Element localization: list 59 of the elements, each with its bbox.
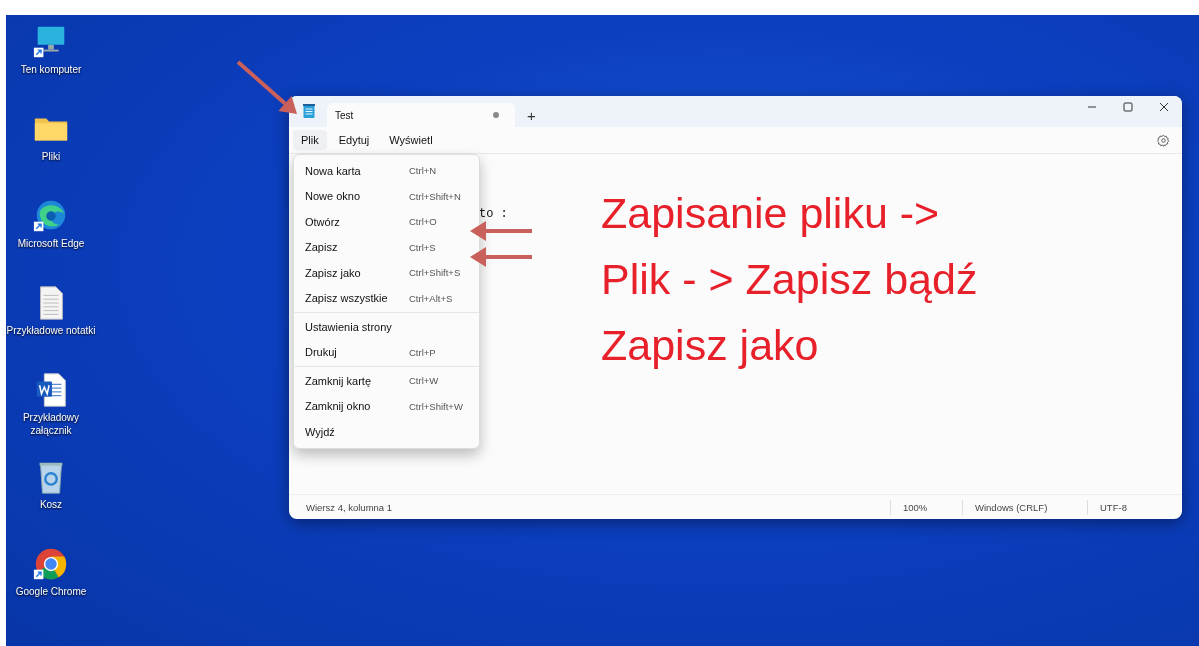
shortcut-text: Ctrl+W (409, 375, 440, 387)
menu-item-label: Ustawienia strony (305, 320, 393, 333)
shortcut-text: Ctrl+S (409, 241, 437, 253)
shortcut-text: Ctrl+N (409, 165, 438, 177)
desktop-icon-label[interactable]: Przykładowe notatki (6, 324, 96, 337)
tab[interactable]: Test (327, 103, 515, 127)
notepad-icon (303, 104, 315, 118)
annotation-arrow (236, 60, 297, 114)
shortcut-text: Ctrl+P (409, 346, 437, 358)
menu-item[interactable]: Ustawienia strony (294, 314, 479, 340)
menu-item-label: Zamknij kartę (305, 374, 373, 387)
shortcut-text: Ctrl+O (409, 216, 438, 228)
desktop-icon-label[interactable]: Przykładowy załącznik (6, 411, 96, 437)
desktop-icon-label[interactable]: Kosz (39, 498, 63, 511)
menu-item-label: Otwórz (305, 215, 341, 228)
menu-item[interactable]: Otwórz Ctrl+O (294, 209, 479, 235)
menu-item[interactable]: Nowe okno Ctrl+Shift+N (294, 183, 479, 209)
desktop-icon-label[interactable]: Microsoft Edge (17, 237, 85, 250)
line-ending: Windows (CRLF) (962, 499, 1087, 515)
menu-item[interactable]: Wyświetl (381, 130, 441, 150)
encoding: UTF-8 (1087, 499, 1182, 515)
menu-item-label: Zapisz wszystkie (305, 292, 389, 305)
tab-title: Test (335, 109, 355, 121)
zoom-level: 100% (890, 499, 962, 515)
menu-item-label: Nowa karta (305, 164, 362, 177)
desktop-icon-label[interactable]: Google Chrome (15, 585, 87, 598)
shortcut-text: Ctrl+Shift+W (409, 400, 464, 412)
menu-item[interactable]: Nowa karta Ctrl+N (294, 158, 479, 184)
shortcut-text: Ctrl+Alt+S (409, 292, 454, 304)
close-icon[interactable] (1159, 102, 1169, 112)
annotation-text: Zapisz jako (601, 320, 820, 371)
menu-item-label: Nowe okno (305, 190, 362, 203)
menu-item-label: Wyjdź (305, 425, 336, 438)
settings-icon[interactable] (1157, 133, 1170, 147)
cursor-position: Wiersz 4, kolumna 1 (305, 501, 394, 513)
menu-item-label: Zamknij okno (305, 400, 372, 413)
editor-text: to : (479, 207, 508, 221)
menu-item[interactable]: Drukuj Ctrl+P (294, 339, 479, 365)
shortcut-text: Ctrl+Shift+N (409, 190, 462, 202)
menu-item-label: Zapisz jako (305, 266, 362, 279)
desktop-icon-label[interactable]: Pliki (41, 150, 61, 163)
menu-item[interactable]: Zapisz wszystkie Ctrl+Alt+S (294, 285, 479, 311)
maximize-icon[interactable] (1123, 102, 1133, 112)
shortcut-text: Ctrl+Shift+S (409, 267, 462, 279)
menu-item[interactable]: Zapisz jako Ctrl+Shift+S (294, 260, 479, 286)
new-tab-button[interactable]: + (523, 107, 540, 124)
menu-item[interactable]: Wyjdź (294, 419, 479, 445)
annotation-arrow (470, 221, 532, 241)
annotation-text: Plik - > Zapisz bądź (601, 254, 978, 305)
desktop-icon-label[interactable]: Ten komputer (20, 63, 82, 76)
menu-item[interactable]: Edytuj (330, 130, 378, 150)
menu-item[interactable]: Zapisz Ctrl+S (294, 234, 479, 260)
menu-item-label: Drukuj (305, 346, 338, 359)
menu-item-label: Zapisz (305, 241, 339, 254)
annotation-text: Zapisanie pliku -> (601, 188, 941, 239)
menu-item[interactable]: Plik (293, 130, 327, 150)
annotation-arrow (470, 247, 532, 267)
menu-item[interactable]: Zamknij okno Ctrl+Shift+W (294, 393, 479, 419)
menu-item[interactable]: Zamknij kartę Ctrl+W (294, 368, 479, 394)
